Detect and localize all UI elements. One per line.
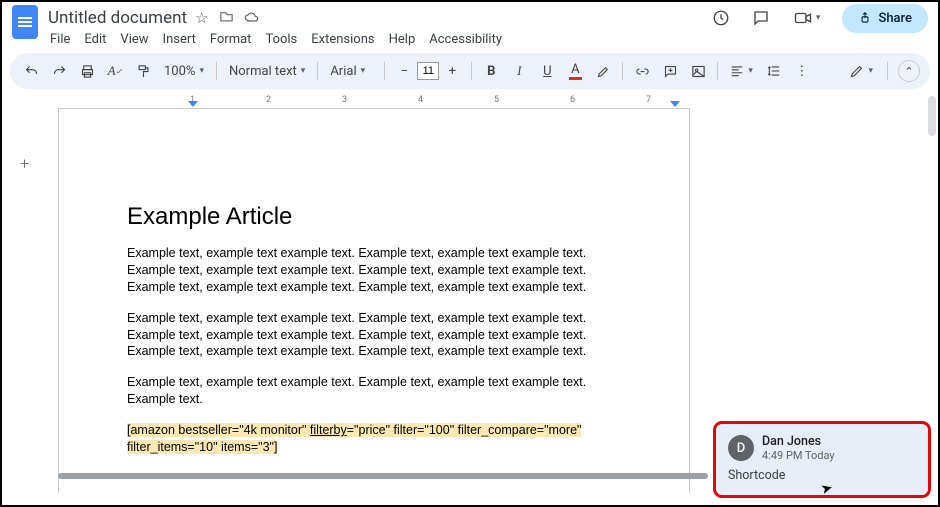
more-button[interactable]: ⋮ bbox=[791, 59, 813, 83]
toolbar: A✓ 100%▾ Normal text▾ Arial▾ − + B I U A… bbox=[10, 53, 930, 89]
move-icon[interactable] bbox=[219, 9, 234, 28]
paint-format-button[interactable] bbox=[132, 59, 154, 83]
menu-extensions[interactable]: Extensions bbox=[311, 32, 374, 47]
document-title[interactable]: Untitled document bbox=[48, 8, 187, 28]
font-dropdown[interactable]: Arial▾ bbox=[326, 64, 376, 79]
menu-insert[interactable]: Insert bbox=[163, 32, 196, 47]
decrease-font-button[interactable]: − bbox=[393, 59, 415, 83]
increase-font-button[interactable]: + bbox=[441, 59, 463, 83]
paragraph-3[interactable]: Example text, example text example text.… bbox=[127, 374, 621, 408]
text-color-button[interactable]: A bbox=[564, 59, 586, 83]
menu-view[interactable]: View bbox=[120, 32, 148, 47]
menu-format[interactable]: Format bbox=[210, 32, 252, 47]
line-spacing-button[interactable] bbox=[763, 64, 785, 78]
paragraph-1[interactable]: Example text, example text example text.… bbox=[127, 245, 621, 296]
insert-image-button[interactable] bbox=[687, 59, 709, 83]
menu-bar: File Edit View Insert Format Tools Exten… bbox=[2, 30, 938, 53]
italic-button[interactable]: I bbox=[508, 59, 530, 83]
comment-text: Shortcode bbox=[728, 468, 916, 483]
insert-link-button[interactable] bbox=[631, 59, 653, 83]
menu-edit[interactable]: Edit bbox=[84, 32, 106, 47]
menu-help[interactable]: Help bbox=[389, 32, 416, 47]
spellcheck-button[interactable]: A✓ bbox=[104, 59, 126, 83]
history-icon[interactable] bbox=[710, 6, 732, 30]
align-dropdown[interactable]: ▾ bbox=[726, 64, 757, 78]
undo-button[interactable] bbox=[20, 59, 42, 83]
zoom-dropdown[interactable]: 100%▾ bbox=[160, 64, 208, 79]
share-button[interactable]: Share bbox=[842, 4, 928, 33]
editing-mode-dropdown[interactable]: ▾ bbox=[845, 64, 877, 79]
cloud-status-icon[interactable] bbox=[244, 9, 260, 28]
redo-button[interactable] bbox=[48, 59, 70, 83]
meet-dropdown[interactable]: ▾ bbox=[790, 11, 825, 25]
shortcode-paragraph[interactable]: [amazon bestseller="4k monitor" filterby… bbox=[127, 422, 621, 456]
article-heading[interactable]: Example Article bbox=[127, 203, 621, 231]
horizontal-scrollbar[interactable] bbox=[58, 473, 708, 479]
add-comment-button[interactable] bbox=[659, 59, 681, 83]
underline-button[interactable]: U bbox=[536, 59, 558, 83]
vertical-scrollbar[interactable] bbox=[928, 94, 936, 503]
comment-timestamp: 4:49 PM Today bbox=[762, 449, 835, 462]
menu-file[interactable]: File bbox=[50, 32, 70, 47]
paragraph-2[interactable]: Example text, example text example text.… bbox=[127, 310, 621, 361]
font-size-input[interactable] bbox=[417, 62, 439, 80]
page[interactable]: Example Article Example text, example te… bbox=[58, 108, 690, 493]
collapse-toolbar-button[interactable]: ⌃ bbox=[898, 60, 920, 82]
highlight-button[interactable] bbox=[592, 59, 614, 83]
star-icon[interactable]: ☆ bbox=[195, 9, 208, 28]
share-label: Share bbox=[878, 11, 912, 26]
bold-button[interactable]: B bbox=[480, 59, 502, 83]
comments-icon[interactable] bbox=[750, 6, 772, 30]
print-button[interactable] bbox=[76, 59, 98, 83]
commenter-name: Dan Jones bbox=[762, 434, 835, 449]
menu-tools[interactable]: Tools bbox=[265, 32, 297, 47]
styles-dropdown[interactable]: Normal text▾ bbox=[225, 64, 309, 79]
menu-accessibility[interactable]: Accessibility bbox=[429, 32, 502, 47]
docs-logo-icon[interactable] bbox=[12, 5, 38, 39]
avatar: D bbox=[728, 435, 754, 461]
